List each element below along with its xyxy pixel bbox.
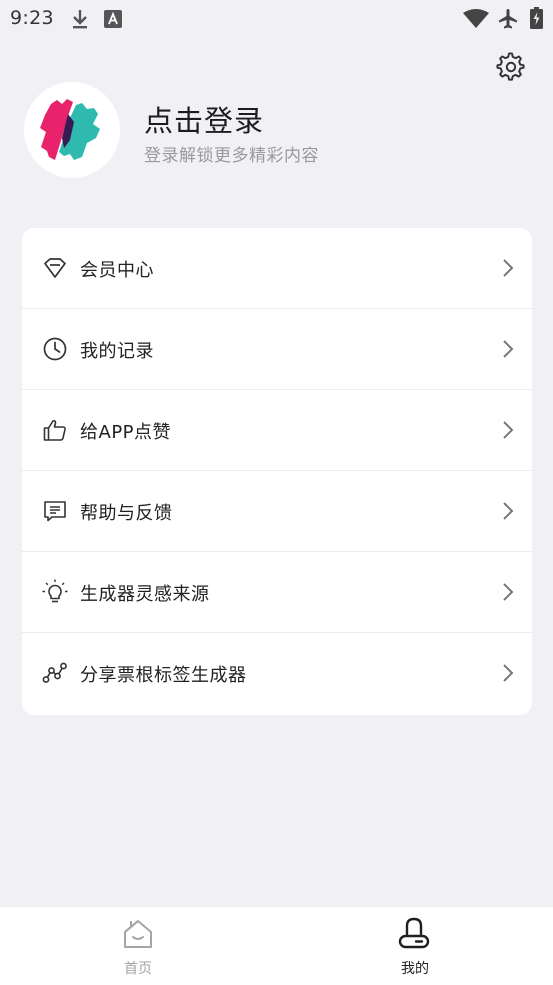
app-logo-icon bbox=[40, 99, 100, 160]
menu-item-label: 我的记录 bbox=[80, 341, 154, 362]
chevron-right-icon bbox=[503, 421, 514, 439]
menu-item-my-records[interactable]: 我的记录 bbox=[22, 309, 532, 390]
menu-item-label: 给APP点赞 bbox=[80, 422, 172, 443]
chevron-right-icon bbox=[503, 340, 514, 358]
download-icon bbox=[73, 10, 87, 29]
menu-item-inspiration[interactable]: 生成器灵感来源 bbox=[22, 552, 532, 633]
tab-mine[interactable]: 我的 bbox=[277, 907, 553, 985]
settings-gear-icon[interactable] bbox=[496, 52, 526, 82]
login-title[interactable]: 点击登录 bbox=[144, 98, 264, 140]
battery-icon bbox=[530, 7, 543, 29]
diamond-icon bbox=[44, 258, 66, 278]
chevron-right-icon bbox=[503, 502, 514, 520]
avatar[interactable] bbox=[24, 82, 120, 178]
wifi-icon bbox=[463, 9, 489, 28]
bottom-tab-bar: 首页 我的 bbox=[0, 906, 553, 985]
profile-icon bbox=[398, 917, 430, 949]
tab-home-label: 首页 bbox=[124, 961, 152, 977]
message-icon bbox=[44, 501, 66, 522]
menu-item-help-feedback[interactable]: 帮助与反馈 bbox=[22, 471, 532, 552]
thumbs-up-icon bbox=[43, 419, 66, 441]
menu-item-rate-app[interactable]: 给APP点赞 bbox=[22, 390, 532, 471]
menu-item-vip-center[interactable]: 会员中心 bbox=[22, 228, 532, 309]
share-nodes-icon bbox=[42, 662, 67, 683]
menu-item-label: 帮助与反馈 bbox=[80, 503, 173, 524]
status-bar: 9:23 bbox=[0, 0, 553, 38]
menu-item-label: 生成器灵感来源 bbox=[80, 584, 210, 605]
chevron-right-icon bbox=[503, 583, 514, 601]
menu-item-label: 会员中心 bbox=[80, 260, 154, 281]
menu-card: 会员中心 我的记录 给APP点赞 帮助与反馈 生成器灵感来源 分享票根标签生成器 bbox=[22, 228, 532, 715]
tab-home[interactable]: 首页 bbox=[0, 907, 276, 985]
clock-icon bbox=[43, 337, 67, 361]
font-a-icon bbox=[104, 10, 122, 28]
chevron-right-icon bbox=[503, 664, 514, 682]
login-profile-area[interactable]: 点击登录 登录解锁更多精彩内容 bbox=[24, 82, 424, 178]
chevron-right-icon bbox=[503, 259, 514, 277]
home-icon bbox=[124, 920, 152, 948]
lightbulb-icon bbox=[42, 579, 68, 603]
status-time: 9:23 bbox=[10, 7, 54, 29]
menu-item-label: 分享票根标签生成器 bbox=[80, 665, 247, 686]
menu-item-share[interactable]: 分享票根标签生成器 bbox=[22, 633, 532, 714]
airplane-icon bbox=[499, 9, 517, 29]
login-subtitle: 登录解锁更多精彩内容 bbox=[144, 146, 319, 166]
tab-mine-label: 我的 bbox=[401, 961, 429, 977]
